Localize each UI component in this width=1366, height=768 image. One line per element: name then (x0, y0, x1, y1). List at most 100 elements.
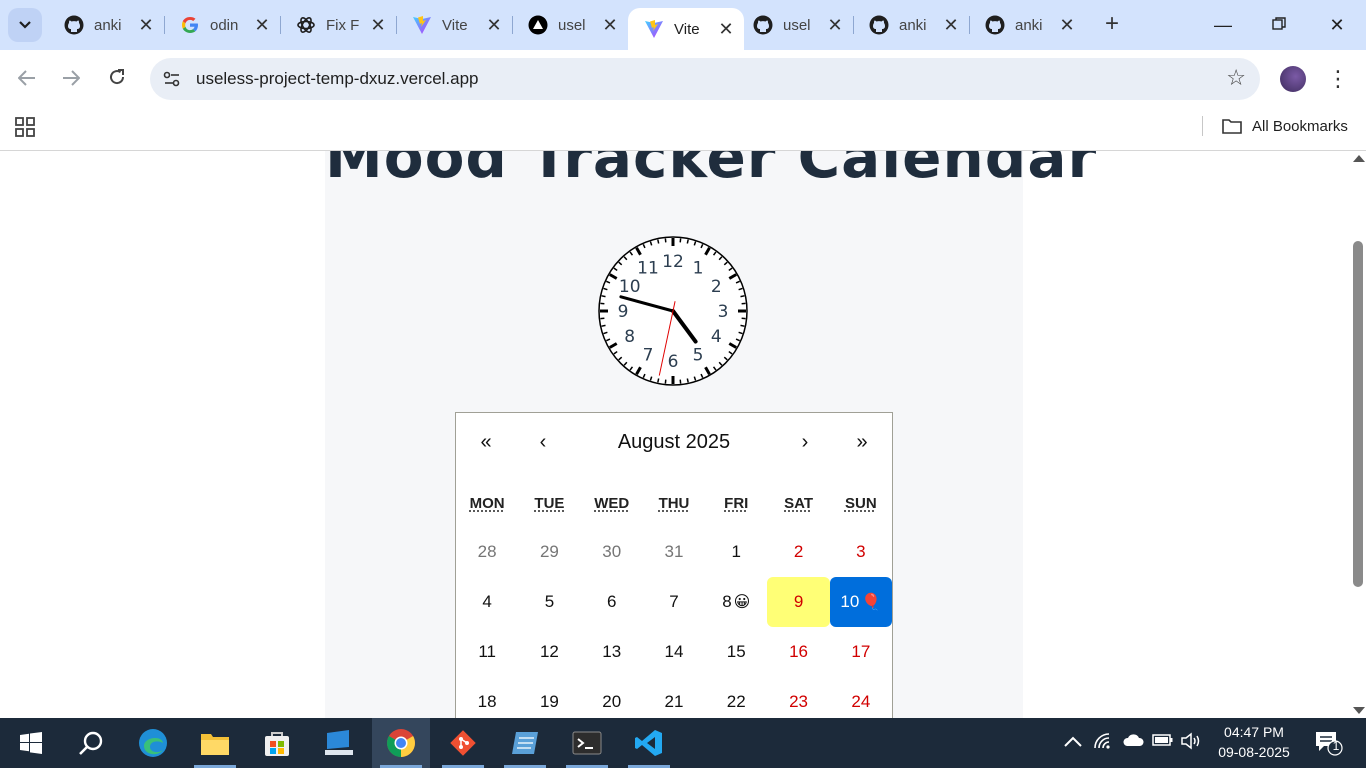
calendar-day[interactable]: 28 (456, 527, 518, 577)
tray-overflow-chevron-up-icon[interactable] (1062, 732, 1084, 754)
onedrive-cloud-icon[interactable] (1122, 732, 1144, 754)
weekday-label: TUE (518, 495, 580, 519)
calendar-day[interactable]: 18 (456, 677, 518, 718)
prev-year-button[interactable]: « (466, 423, 506, 461)
volume-icon[interactable] (1180, 732, 1202, 754)
calendar-day[interactable]: 19 (518, 677, 580, 718)
calendar-day[interactable]: 13 (581, 627, 643, 677)
tab-title: usel (783, 16, 811, 34)
close-tab-icon[interactable]: ✕ (482, 15, 506, 36)
close-tab-icon[interactable]: ✕ (1055, 15, 1079, 36)
browser-tab[interactable]: Vite ✕ (628, 8, 744, 50)
browser-tab[interactable]: anki ✕ (969, 8, 1085, 42)
site-settings-icon[interactable] (162, 69, 182, 89)
forward-button[interactable] (56, 64, 86, 94)
url-text[interactable]: useless-project-temp-dxuz.vercel.app (196, 69, 479, 89)
clock-minute-mark (657, 239, 660, 244)
browser-tab[interactable]: usel ✕ (512, 8, 628, 42)
battery-icon[interactable] (1152, 732, 1174, 754)
profile-avatar[interactable] (1280, 66, 1306, 92)
clock-number: 9 (618, 302, 629, 322)
taskbar-terminal[interactable] (558, 718, 616, 768)
calendar-day[interactable]: 31 (643, 527, 705, 577)
weekday-label: FRI (705, 495, 767, 519)
calendar-day[interactable]: 3 (830, 527, 892, 577)
calendar-day[interactable]: 11 (456, 627, 518, 677)
apps-grid-icon[interactable] (14, 116, 36, 138)
browser-tab[interactable]: Fix F ✕ (280, 8, 396, 42)
start-button[interactable] (2, 718, 60, 768)
minimize-button[interactable]: — (1194, 8, 1252, 42)
scroll-up-arrow-icon[interactable] (1353, 155, 1365, 162)
taskbar-vscode[interactable] (620, 718, 678, 768)
bookmark-star-icon[interactable]: ☆ (1226, 65, 1246, 91)
calendar-month-label[interactable]: August 2025 (566, 423, 782, 461)
calendar-day[interactable]: 12 (518, 627, 580, 677)
notification-count: 1 (1332, 739, 1340, 753)
calendar-day[interactable]: 14 (643, 627, 705, 677)
scroll-thumb[interactable] (1353, 241, 1363, 587)
wifi-icon[interactable] (1092, 732, 1114, 754)
reload-button[interactable] (102, 64, 132, 94)
browser-tab[interactable]: Vite ✕ (396, 8, 512, 42)
reload-icon (110, 69, 125, 85)
day-number: 11 (478, 642, 496, 661)
next-month-button[interactable]: › (785, 423, 825, 461)
calendar-day[interactable]: 30 (581, 527, 643, 577)
close-tab-icon[interactable]: ✕ (714, 19, 738, 40)
browser-tab[interactable]: odin ✕ (164, 8, 280, 42)
taskbar-edge[interactable] (124, 718, 182, 768)
close-tab-icon[interactable]: ✕ (366, 15, 390, 36)
new-tab-button[interactable]: + (1098, 10, 1126, 38)
scroll-down-arrow-icon[interactable] (1353, 707, 1365, 714)
calendar-day[interactable]: 1 (705, 527, 767, 577)
browser-tab[interactable]: usel ✕ (737, 8, 853, 42)
close-window-button[interactable]: ✕ (1308, 8, 1366, 42)
prev-month-button[interactable]: ‹ (523, 423, 563, 461)
close-tab-icon[interactable]: ✕ (939, 15, 963, 36)
taskbar-remote-desktop[interactable] (310, 718, 368, 768)
page-scrollbar[interactable] (1350, 151, 1366, 718)
calendar-day[interactable]: 29 (518, 527, 580, 577)
tab-search-button[interactable] (8, 8, 42, 42)
all-bookmarks-button[interactable]: All Bookmarks (1222, 114, 1348, 138)
calendar-day-selected[interactable]: 10 🎈 (829, 577, 892, 627)
calendar-day[interactable]: 23 (767, 677, 829, 718)
close-tab-icon[interactable]: ✕ (598, 15, 622, 36)
browser-menu-icon[interactable]: ⋮ (1326, 64, 1350, 94)
calendar-day[interactable]: 8 😀 (705, 577, 767, 627)
calendar-day[interactable]: 2 (767, 527, 829, 577)
address-bar[interactable]: useless-project-temp-dxuz.vercel.app ☆ (150, 58, 1260, 100)
taskbar-store[interactable] (248, 718, 306, 768)
taskbar-clock[interactable]: 04:47 PM 09-08-2025 (1206, 722, 1302, 762)
calendar-day[interactable]: 4 (456, 577, 518, 627)
close-tab-icon[interactable]: ✕ (823, 15, 847, 36)
taskbar-chrome[interactable] (372, 718, 430, 768)
arrow-left-icon (17, 70, 35, 86)
notification-center-button[interactable]: 1 (1314, 730, 1344, 756)
calendar-day[interactable]: 6 (581, 577, 643, 627)
restore-button[interactable] (1250, 8, 1308, 42)
browser-tab[interactable]: anki ✕ (853, 8, 969, 42)
taskbar-file-explorer[interactable] (186, 718, 244, 768)
calendar-day[interactable]: 24 (830, 677, 892, 718)
calendar-day[interactable]: 22 (705, 677, 767, 718)
close-tab-icon[interactable]: ✕ (134, 15, 158, 36)
calendar-day[interactable]: 7 (643, 577, 705, 627)
day-number: 8 (722, 592, 732, 611)
browser-tab[interactable]: anki ✕ (48, 8, 164, 42)
close-tab-icon[interactable]: ✕ (250, 15, 274, 36)
page-title: Mood Tracker Calendar (325, 151, 1098, 191)
taskbar-git[interactable] (434, 718, 492, 768)
taskbar-notepad[interactable] (496, 718, 554, 768)
taskbar-search-button[interactable] (62, 718, 120, 768)
calendar-day[interactable]: 16 (767, 627, 829, 677)
calendar-day[interactable]: 17 (830, 627, 892, 677)
next-year-button[interactable]: » (842, 423, 882, 461)
calendar-day[interactable]: 21 (643, 677, 705, 718)
calendar-day[interactable]: 5 (518, 577, 580, 627)
calendar-day[interactable]: 15 (705, 627, 767, 677)
back-button[interactable] (12, 64, 42, 94)
calendar-day-today[interactable]: 9 (767, 577, 830, 627)
calendar-day[interactable]: 20 (581, 677, 643, 718)
